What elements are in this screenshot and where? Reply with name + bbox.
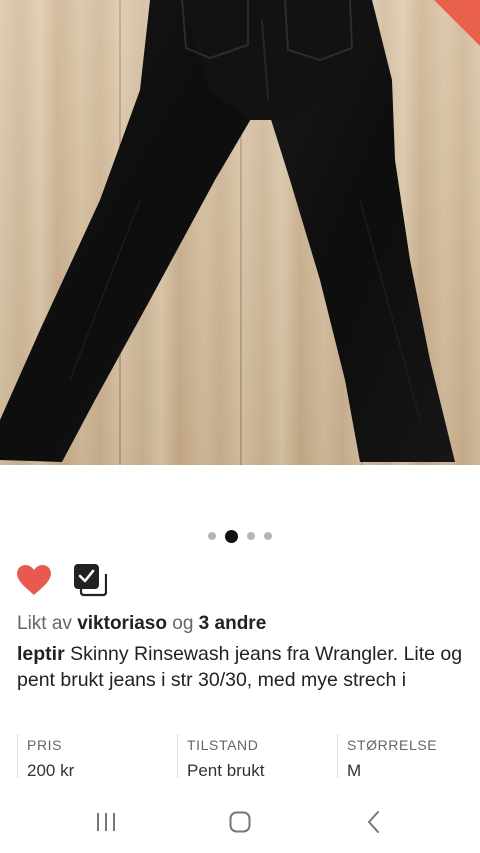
home-button[interactable] bbox=[220, 809, 260, 835]
back-icon bbox=[368, 811, 379, 833]
recent-apps-icon bbox=[97, 813, 115, 831]
description-text: Skinny Rinsewash jeans fra Wrangler. Lit… bbox=[17, 643, 463, 691]
heart-icon bbox=[17, 565, 51, 595]
system-navigation-bar bbox=[0, 795, 480, 853]
jeans-image bbox=[0, 0, 455, 462]
carousel-dot[interactable] bbox=[247, 532, 255, 540]
carousel-dot[interactable] bbox=[208, 532, 216, 540]
listing-actions bbox=[16, 560, 108, 600]
save-to-collection-button[interactable] bbox=[72, 562, 108, 598]
carousel-dot-active[interactable] bbox=[225, 529, 238, 543]
listing-details: PRIS 200 kr TILSTAND Pent brukt STØRRELS… bbox=[17, 734, 467, 780]
listing-description: leptir Skinny Rinsewash jeans fra Wrangl… bbox=[17, 641, 467, 693]
home-icon bbox=[229, 811, 251, 833]
listing-photo[interactable] bbox=[0, 0, 480, 465]
liked-by-user-link[interactable]: viktoriaso bbox=[77, 613, 167, 634]
price-detail: PRIS 200 kr bbox=[17, 734, 177, 780]
collection-check-icon bbox=[74, 564, 107, 597]
liked-by-others-link[interactable]: 3 andre bbox=[199, 613, 267, 634]
condition-label: TILSTAND bbox=[187, 737, 259, 753]
size-label: STØRRELSE bbox=[347, 737, 438, 753]
liked-by-line: Likt av viktoriaso og 3 andre bbox=[17, 613, 266, 635]
size-detail: STØRRELSE M bbox=[337, 734, 467, 780]
carousel-indicator bbox=[0, 529, 480, 543]
size-value: M bbox=[347, 761, 362, 780]
recent-apps-button[interactable] bbox=[86, 809, 126, 835]
condition-detail: TILSTAND Pent brukt bbox=[177, 734, 337, 780]
carousel-dot[interactable] bbox=[264, 532, 272, 540]
condition-value: Pent brukt bbox=[187, 761, 265, 780]
back-button[interactable] bbox=[354, 809, 394, 835]
corner-flag bbox=[434, 0, 480, 46]
liked-by-prefix: Likt av bbox=[17, 613, 72, 634]
like-button[interactable] bbox=[16, 562, 52, 598]
seller-username-link[interactable]: leptir bbox=[17, 643, 65, 665]
liked-by-conjunction: og bbox=[172, 613, 194, 634]
price-value: 200 kr bbox=[27, 761, 75, 780]
price-label: PRIS bbox=[27, 737, 63, 753]
